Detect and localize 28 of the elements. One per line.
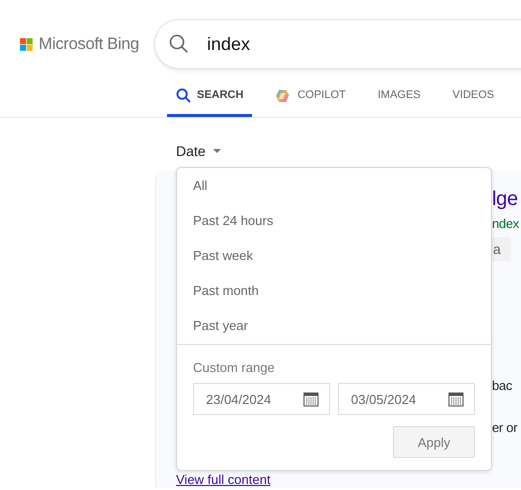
search-icon (176, 88, 191, 103)
date-filter[interactable]: Date (176, 143, 221, 159)
custom-range-label: Custom range (193, 360, 276, 375)
menu-option[interactable]: Past 24 hours (177, 203, 491, 238)
menu-option[interactable]: Past week (177, 238, 491, 273)
start-date-field[interactable]: 23/04/2024 (193, 383, 330, 415)
logo-text: Microsoft Bing (38, 34, 139, 54)
nav-tab[interactable]: VIDEOS (444, 88, 504, 117)
menu-option[interactable]: Past month (177, 273, 491, 308)
result-chip[interactable]: a (492, 237, 510, 261)
caret-icon (212, 148, 221, 154)
calendar-icon[interactable] (448, 391, 464, 407)
result-url: ndex (492, 215, 519, 233)
menu-option[interactable]: All (177, 168, 491, 203)
result-title[interactable]: lge (492, 187, 518, 211)
nav-tab[interactable]: IMAGES (368, 88, 430, 117)
result-text: er or (492, 419, 518, 437)
menu-option[interactable]: Past year (177, 308, 491, 343)
copilot-icon (275, 88, 292, 104)
nav-tab[interactable]: COPILOT (266, 88, 355, 117)
calendar-icon[interactable] (303, 391, 319, 407)
view-full-content-link[interactable]: View full content (156, 473, 521, 486)
nav-tab[interactable]: SEARCH (167, 88, 252, 117)
apply-button[interactable]: Apply (393, 426, 475, 458)
end-date-field[interactable]: 03/05/2024 (338, 383, 475, 415)
search-field[interactable]: index (155, 20, 521, 68)
result-text: bac (492, 377, 512, 395)
search-icon[interactable] (169, 34, 189, 54)
